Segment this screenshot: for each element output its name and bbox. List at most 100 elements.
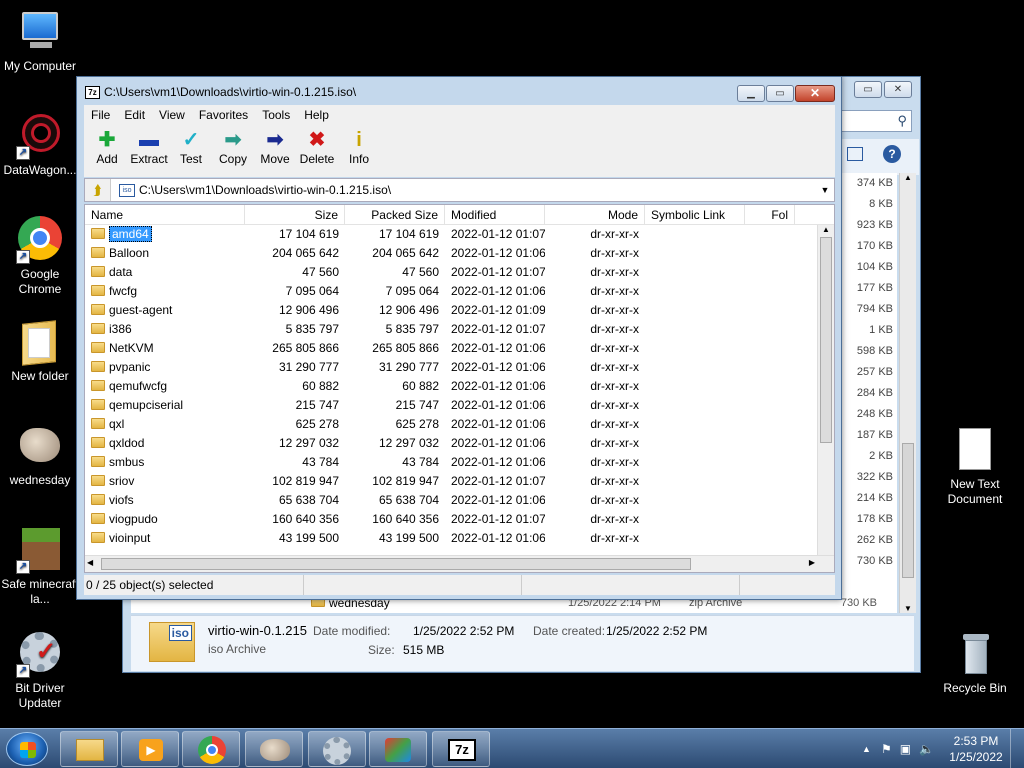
scroll-right-icon[interactable]: ▶ bbox=[809, 558, 815, 567]
column-header-packed-size[interactable]: Packed Size bbox=[345, 205, 445, 224]
maximize-button[interactable]: ▭ bbox=[766, 85, 794, 102]
table-row[interactable]: sriov 102 819 947 102 819 947 2022-01-12 01… bbox=[85, 472, 834, 491]
close-button[interactable]: ✕ bbox=[884, 81, 912, 98]
desktop-icon-wednesday[interactable]: wednesday bbox=[0, 422, 80, 488]
iso-icon: iso bbox=[119, 183, 135, 197]
explorer-search-input[interactable]: ⚲ bbox=[834, 110, 912, 132]
show-desktop-button[interactable] bbox=[1010, 729, 1024, 768]
desktop-icon-bit-driver-updater[interactable]: ✓ ↗ Bit Driver Updater bbox=[0, 630, 80, 711]
scroll-up-icon[interactable]: ▲ bbox=[818, 225, 834, 234]
extract-button[interactable]: ▬ Extract bbox=[128, 125, 170, 177]
table-row[interactable]: viogpudo 160 640 356 160 640 356 2022-01-12… bbox=[85, 510, 834, 529]
gear-icon: ✓ ↗ bbox=[16, 630, 64, 678]
column-header-name[interactable]: Name bbox=[85, 205, 245, 224]
table-row[interactable]: qxl 625 278 625 278 2022-01-12 01:06 dr-xr-x… bbox=[85, 415, 834, 434]
cell-name: qemufwcfg bbox=[85, 377, 245, 396]
taskbar-7-zip[interactable]: 7z bbox=[432, 731, 490, 767]
move-button[interactable]: ➡ Move bbox=[254, 125, 296, 177]
minecraft-icon: ↗ bbox=[16, 526, 64, 574]
menu-edit[interactable]: Edit bbox=[117, 108, 152, 122]
scroll-left-icon[interactable]: ◀ bbox=[87, 558, 93, 567]
table-row[interactable]: qemupciserial 215 747 215 747 2022-01-12 01… bbox=[85, 396, 834, 415]
chevron-up-icon[interactable]: ▲ bbox=[862, 744, 871, 754]
folder-icon bbox=[91, 532, 105, 543]
column-header-symbolic-link[interactable]: Symbolic Link bbox=[645, 205, 745, 224]
explorer-view-toolbar: ? bbox=[839, 139, 919, 175]
menu-tools[interactable]: Tools bbox=[255, 108, 297, 122]
desktop-icon-new-text-document[interactable]: New Text Document bbox=[935, 426, 1015, 507]
table-row[interactable]: viofs 65 638 704 65 638 704 2022-01-12 01:0… bbox=[85, 491, 834, 510]
address-path-input[interactable]: C:\Users\vm1\Downloads\virtio-win-0.1.21… bbox=[139, 183, 816, 197]
action-center-flag-icon[interactable]: ⚑ bbox=[881, 742, 892, 756]
7zip-window[interactable]: 7z C:\Users\vm1\Downloads\virtio-win-0.1… bbox=[76, 76, 842, 600]
delete-button[interactable]: ✖ Delete bbox=[296, 125, 338, 177]
menu-help[interactable]: Help bbox=[297, 108, 336, 122]
menu-view[interactable]: View bbox=[152, 108, 192, 122]
table-row[interactable]: i386 5 835 797 5 835 797 2022-01-12 01:07 dr… bbox=[85, 320, 834, 339]
table-row[interactable]: qxldod 12 297 032 12 297 032 2022-01-12 01:… bbox=[85, 434, 834, 453]
up-folder-button[interactable]: ⮭ bbox=[85, 179, 111, 201]
maximize-button[interactable]: ▭ bbox=[854, 81, 882, 98]
close-button[interactable]: ✕ bbox=[795, 85, 835, 102]
desktop-icon-safe-minecraft[interactable]: ↗ Safe minecraft la... bbox=[0, 526, 80, 607]
taskbar-bit-driver-updater[interactable] bbox=[308, 731, 366, 767]
menu-favorites[interactable]: Favorites bbox=[192, 108, 255, 122]
info-button[interactable]: i Info bbox=[338, 125, 380, 177]
desktop-icon-datawagon[interactable]: ↗ DataWagon... bbox=[0, 112, 80, 178]
taskbar-media-player[interactable]: ▶ bbox=[121, 731, 179, 767]
vertical-scrollbar[interactable]: ▲ ▼ bbox=[817, 225, 834, 572]
datawagon-icon: ↗ bbox=[16, 112, 64, 160]
cell-mode: dr-xr-xr-x bbox=[590, 265, 639, 279]
add-button[interactable]: ✚ Add bbox=[86, 125, 128, 177]
table-row[interactable]: Balloon 204 065 642 204 065 642 2022-01-12 … bbox=[85, 244, 834, 263]
chevron-down-icon[interactable]: ▼ bbox=[816, 185, 834, 195]
desktop-icon-label: Bit Driver Updater bbox=[15, 681, 65, 710]
desktop-icon-google-chrome[interactable]: ↗ Google Chrome bbox=[0, 216, 80, 297]
column-header-folders[interactable]: Fol bbox=[745, 205, 795, 224]
cell-name: amd64 bbox=[85, 225, 245, 244]
desktop-icon-my-computer[interactable]: My Computer bbox=[0, 8, 80, 74]
table-row[interactable]: pvpanic 31 290 777 31 290 777 2022-01-12 01… bbox=[85, 358, 834, 377]
desktop-icon-label: New folder bbox=[11, 369, 69, 383]
desktop-icon-new-folder[interactable]: New folder bbox=[0, 318, 80, 384]
table-row[interactable]: qemufwcfg 60 882 60 882 2022-01-12 01:06 dr-… bbox=[85, 377, 834, 396]
network-icon[interactable]: ▣ bbox=[900, 742, 911, 756]
clock[interactable]: 2:53 PM 1/25/2022 bbox=[942, 733, 1010, 765]
explorer-vertical-scrollbar[interactable]: ▲ ▼ bbox=[899, 173, 916, 613]
help-icon[interactable]: ? bbox=[883, 145, 901, 163]
table-row[interactable]: fwcfg 7 095 064 7 095 064 2022-01-12 01:06 d… bbox=[85, 282, 834, 301]
start-button[interactable] bbox=[6, 732, 48, 766]
test-button[interactable]: ✓ Test bbox=[170, 125, 212, 177]
cell-size: 204 065 642 bbox=[272, 246, 339, 260]
table-row[interactable]: amd64 17 104 619 17 104 619 2022-01-12 01:0… bbox=[85, 225, 834, 244]
menu-file[interactable]: File bbox=[84, 108, 117, 122]
table-row[interactable]: NetKVM 265 805 866 265 805 866 2022-01-12 0… bbox=[85, 339, 834, 358]
horizontal-scrollbar[interactable]: ◀ ▶ bbox=[85, 555, 834, 572]
file-list[interactable]: Name Size Packed Size Modified Mode Symb… bbox=[84, 204, 835, 573]
column-header-modified[interactable]: Modified bbox=[445, 205, 545, 224]
scroll-down-icon[interactable]: ▼ bbox=[900, 604, 916, 613]
cell-name: qemupciserial bbox=[85, 396, 245, 415]
taskbar-windows-explorer[interactable] bbox=[60, 731, 118, 767]
taskbar-wednesday[interactable] bbox=[245, 731, 303, 767]
desktop-icon-recycle-bin[interactable]: Recycle Bin bbox=[935, 630, 1015, 696]
volume-icon[interactable]: 🔈 bbox=[919, 742, 934, 756]
copy-button[interactable]: ➡ Copy bbox=[212, 125, 254, 177]
table-row[interactable]: data 47 560 47 560 2022-01-12 01:07 dr-xr-xr… bbox=[85, 263, 834, 282]
table-row[interactable]: smbus 43 784 43 784 2022-01-12 01:06 dr-xr-x… bbox=[85, 453, 834, 472]
taskbar-safe-app[interactable] bbox=[369, 731, 427, 767]
minimize-button[interactable]: ▁ bbox=[737, 85, 765, 102]
list-header: Name Size Packed Size Modified Mode Symb… bbox=[85, 205, 834, 225]
taskbar-google-chrome[interactable] bbox=[182, 731, 240, 767]
7zip-icon: 7z bbox=[448, 739, 476, 761]
scroll-up-icon[interactable]: ▲ bbox=[900, 173, 916, 182]
table-row[interactable]: vioinput 43 199 500 43 199 500 2022-01-12 0… bbox=[85, 529, 834, 548]
preview-pane-icon[interactable] bbox=[847, 147, 863, 161]
scroll-thumb[interactable] bbox=[902, 443, 914, 578]
column-header-size[interactable]: Size bbox=[245, 205, 345, 224]
column-header-mode[interactable]: Mode bbox=[545, 205, 645, 224]
table-row[interactable]: guest-agent 12 906 496 12 906 496 2022-01-1… bbox=[85, 301, 834, 320]
scroll-thumb[interactable] bbox=[820, 237, 832, 443]
scroll-thumb[interactable] bbox=[101, 558, 691, 570]
file-name: vioinput bbox=[109, 531, 151, 545]
